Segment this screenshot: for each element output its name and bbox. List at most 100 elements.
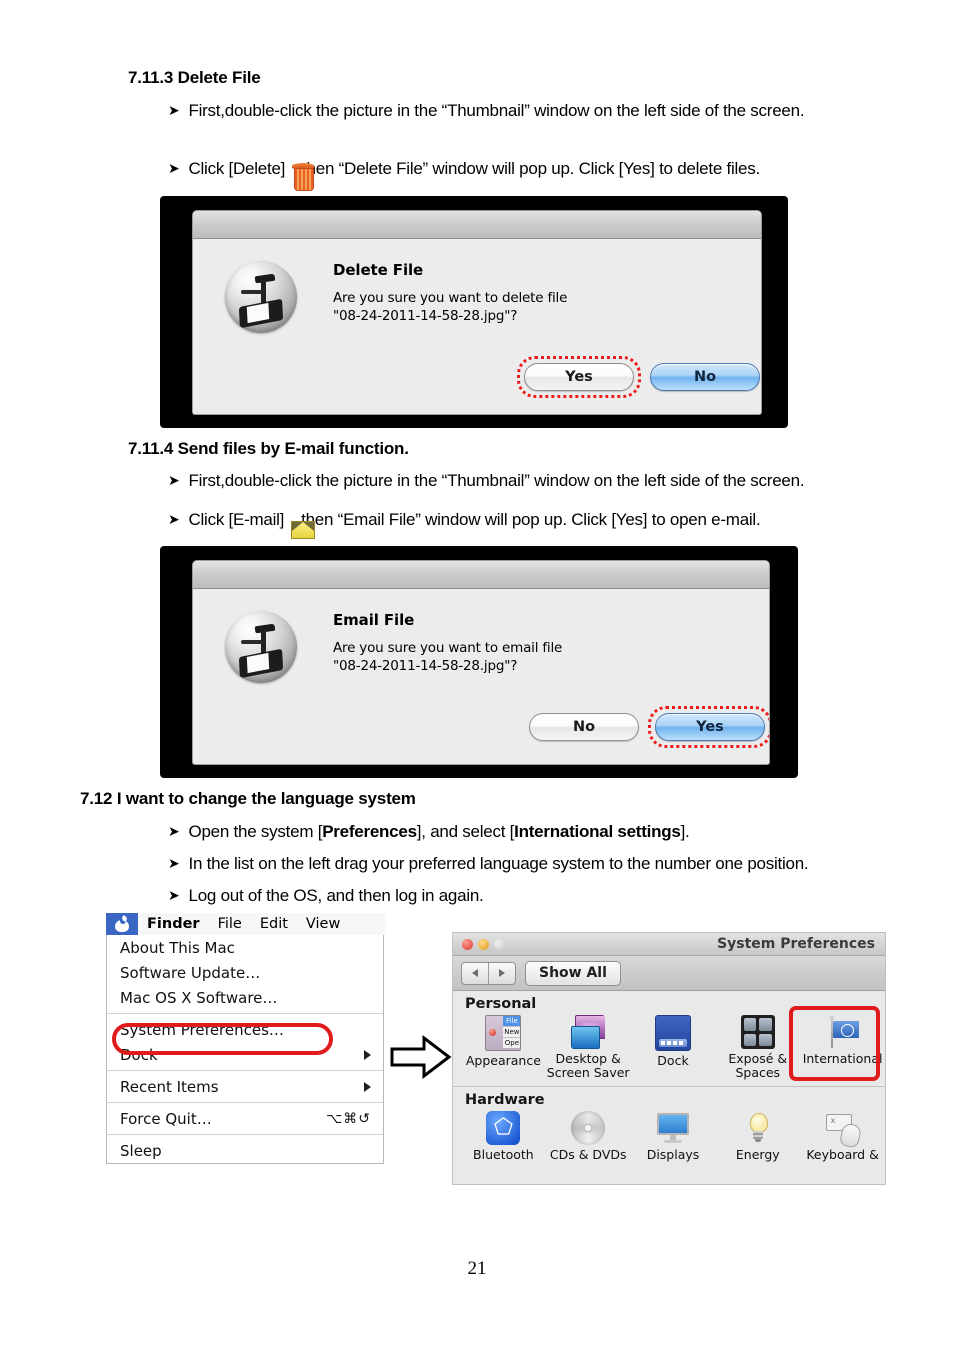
keyboard-mouse-icon	[825, 1111, 862, 1149]
bullet-text-pre: Click [E-mail]	[188, 510, 285, 529]
pref-item-appearance[interactable]: File New Ope Appearance	[461, 1015, 546, 1080]
bullet-text: In the list on the left drag your prefer…	[188, 854, 809, 873]
menu-item-system-preferences[interactable]: System Preferences…	[107, 1017, 383, 1042]
navigation-segmented-control[interactable]	[461, 961, 516, 985]
menubar-item-finder[interactable]: Finder	[138, 916, 209, 932]
menu-item-label: Dock	[120, 1045, 158, 1064]
dialog-body: Email File Are you sure you want to emai…	[193, 589, 769, 764]
menu-separator	[107, 1070, 383, 1071]
delete-file-dialog: Delete File Are you sure you want to del…	[192, 210, 762, 415]
menu-item-shortcut: ⌥⌘↺	[326, 1110, 371, 1127]
system-preferences-screenshot: System Preferences Show All Personal Fil…	[452, 932, 886, 1185]
menubar-item-file[interactable]: File	[209, 916, 251, 932]
pref-item-label: Appearance	[465, 1053, 541, 1068]
bullet-lang-step2: ➤ In the list on the left drag your pref…	[168, 853, 809, 874]
pref-item-international[interactable]: International	[800, 1015, 885, 1080]
international-flag-icon	[826, 1015, 860, 1049]
window-title: System Preferences	[717, 936, 875, 952]
pref-item-energy[interactable]: Energy	[715, 1111, 800, 1162]
bullet-text-post: , then “Delete File” window will pop up.…	[293, 159, 760, 178]
menu-item-label: Force Quit…	[120, 1109, 212, 1128]
bluetooth-icon: ⬠	[486, 1111, 521, 1145]
bullet-text: First,double-click the picture in the “T…	[188, 471, 805, 490]
bullet-lang-step3: ➤ Log out of the OS, and then log in aga…	[168, 885, 484, 906]
email-file-dialog: Email File Are you sure you want to emai…	[192, 560, 770, 765]
lang-part-2: ], and select [	[416, 822, 515, 841]
desktop-screensaver-icon	[571, 1015, 606, 1049]
lang-part-1: Preferences	[322, 822, 417, 841]
section-heading-email-file: 7.11.4 Send files by E-mail function.	[128, 439, 409, 459]
pref-item-label: Exposé & Spaces	[728, 1051, 788, 1080]
flow-arrow-icon	[390, 1034, 452, 1084]
bullet-delete-step2: ➤ Click [Delete] , then “Delete File” win…	[168, 158, 760, 191]
scanner-camera-icon	[225, 261, 297, 333]
mac-menubar: Finder File Edit View	[106, 913, 386, 935]
bullet-text-post: , then “Email File” window will pop up. …	[292, 510, 761, 529]
menu-separator	[107, 1013, 383, 1014]
lang-part-4: ].	[680, 822, 690, 841]
pref-item-bluetooth[interactable]: ⬠ Bluetooth	[461, 1111, 546, 1162]
bullet-email-step1: ➤ First,double-click the picture in the …	[168, 470, 805, 491]
preference-row-hardware: ⬠ Bluetooth CDs & DVDs Displays Energy K…	[453, 1110, 885, 1166]
mac-apple-menu-screenshot: Finder File Edit View About This Mac Sof…	[106, 913, 386, 1185]
dock-icon	[654, 1015, 691, 1051]
lightbulb-icon	[741, 1111, 775, 1145]
pref-item-displays[interactable]: Displays	[631, 1111, 716, 1162]
show-all-button[interactable]: Show All	[525, 960, 621, 986]
bullet-text-pre: Click [Delete]	[188, 159, 286, 178]
menu-item-dock[interactable]: Dock	[107, 1042, 383, 1067]
menu-item-force-quit[interactable]: Force Quit… ⌥⌘↺	[107, 1106, 383, 1131]
pref-item-keyboard-mouse[interactable]: Keyboard &	[800, 1111, 885, 1162]
menu-item-sleep[interactable]: Sleep	[107, 1138, 383, 1163]
bullet-arrow-icon: ➤	[168, 161, 180, 177]
dialog-title: Delete File	[333, 261, 424, 279]
close-button[interactable]	[462, 939, 473, 950]
email-dialog-screenshot: Email File Are you sure you want to emai…	[160, 546, 798, 778]
pref-item-dock[interactable]: Dock	[631, 1015, 716, 1080]
menu-item-mac-os-x-software[interactable]: Mac OS X Software…	[107, 985, 383, 1010]
no-button[interactable]: No	[650, 363, 760, 391]
pref-item-expose-spaces[interactable]: Exposé & Spaces	[715, 1015, 800, 1080]
menu-item-label: Software Update…	[120, 963, 261, 982]
menu-item-software-update[interactable]: Software Update…	[107, 960, 383, 985]
section-number: 7.11.4	[128, 439, 174, 458]
section-number: 7.11.3	[128, 68, 174, 87]
pref-item-desktop-screensaver[interactable]: Desktop & Screen Saver	[546, 1015, 631, 1080]
syspref-toolbar: Show All	[453, 956, 885, 991]
bullet-arrow-icon: ➤	[168, 856, 180, 872]
pref-item-label: Energy	[735, 1147, 780, 1162]
section-title: Delete File	[177, 68, 261, 87]
menubar-item-edit[interactable]: Edit	[251, 916, 297, 932]
group-label-personal: Personal	[465, 996, 537, 1012]
menu-item-label: Sleep	[120, 1141, 162, 1160]
pref-item-label: International	[802, 1051, 883, 1066]
dialog-message: Are you sure you want to email file "08-…	[333, 639, 562, 675]
menu-item-label: About This Mac	[120, 938, 235, 957]
menu-item-about-this-mac[interactable]: About This Mac	[107, 935, 383, 960]
forward-button[interactable]	[488, 962, 515, 984]
menu-item-label: Recent Items	[120, 1077, 219, 1096]
menu-item-recent-items[interactable]: Recent Items	[107, 1074, 383, 1099]
pref-item-cds-dvds[interactable]: CDs & DVDs	[546, 1111, 631, 1162]
bullet-arrow-icon: ➤	[168, 473, 180, 489]
pref-item-label: Desktop & Screen Saver	[546, 1051, 630, 1080]
apple-logo-icon[interactable]	[106, 913, 138, 935]
bullet-arrow-icon: ➤	[168, 103, 180, 119]
group-label-hardware: Hardware	[465, 1092, 545, 1108]
bullet-text: Log out of the OS, and then log in again…	[188, 886, 484, 905]
dialog-titlebar	[193, 561, 769, 589]
no-button[interactable]: No	[529, 713, 639, 741]
bullet-arrow-icon: ➤	[168, 512, 180, 528]
menubar-item-view[interactable]: View	[297, 916, 349, 932]
back-button[interactable]	[462, 963, 488, 984]
pref-item-label: Keyboard &	[806, 1147, 879, 1162]
pref-item-label: Dock	[657, 1053, 689, 1068]
minimize-button[interactable]	[478, 939, 489, 950]
appearance-icon: File New Ope	[485, 1015, 522, 1051]
chevron-right-icon	[364, 1049, 371, 1060]
yes-button[interactable]: Yes	[524, 363, 634, 391]
yes-button[interactable]: Yes	[655, 713, 765, 741]
syspref-titlebar: System Preferences	[453, 933, 885, 956]
zoom-button[interactable]	[494, 939, 505, 950]
preference-row-personal: File New Ope Appearance Desktop & Screen S…	[453, 1014, 885, 1084]
